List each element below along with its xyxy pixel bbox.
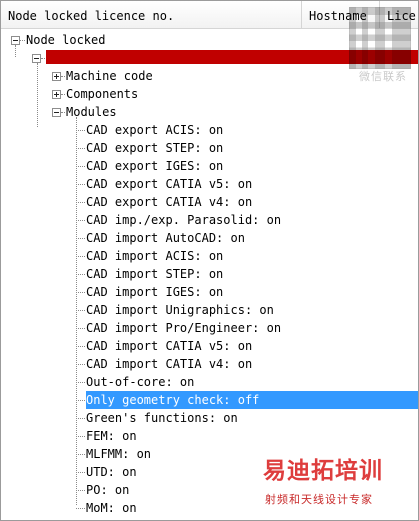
tree-connector: [76, 256, 85, 258]
tree-connector: [76, 292, 85, 294]
module-item[interactable]: Green's functions: on: [86, 409, 286, 427]
licence-tree-window: Node locked licence no. Hostname Lice No…: [0, 0, 419, 521]
module-item-label: CAD import AutoCAD: on: [86, 231, 245, 245]
module-item-label: CAD imp./exp. Parasolid: on: [86, 213, 282, 227]
module-item-label: CAD export CATIA v5: on: [86, 177, 253, 191]
expand-icon[interactable]: [52, 90, 61, 99]
module-item[interactable]: FEM: on: [86, 427, 246, 445]
tree-item-node-locked[interactable]: Node locked: [26, 31, 286, 49]
module-item-label: Out-of-core: on: [86, 375, 195, 389]
column-header-licence[interactable]: Node locked licence no.: [1, 1, 302, 29]
tree-connector: [76, 202, 85, 204]
module-item-label: CAD export CATIA v4: on: [86, 195, 253, 209]
tree-connector: [76, 508, 85, 510]
module-item-label: CAD import IGES: on: [86, 285, 224, 299]
tree-connector: [37, 63, 39, 127]
module-item[interactable]: CAD export CATIA v4: on: [86, 193, 286, 211]
module-item[interactable]: CAD import Pro/Engineer: on: [86, 319, 316, 337]
tree-connector: [76, 220, 85, 222]
module-item-label: Only geometry check: off: [86, 393, 260, 407]
module-item[interactable]: MoM: on: [86, 499, 246, 517]
tree-connector: [76, 436, 85, 438]
tree-connector: [76, 238, 85, 240]
collapse-icon[interactable]: [32, 54, 41, 63]
module-item[interactable]: CAD import CATIA v4: on: [86, 355, 286, 373]
tree-item-label: Node locked: [26, 33, 106, 47]
brand-watermark-subtitle: 射频和天线设计专家: [265, 493, 373, 506]
module-item-label: CAD import CATIA v4: on: [86, 357, 253, 371]
module-item[interactable]: CAD import AutoCAD: on: [86, 229, 286, 247]
module-item[interactable]: MLFMM: on: [86, 445, 246, 463]
tree-item-components[interactable]: Components: [66, 85, 266, 103]
module-item-label: CAD import Unigraphics: on: [86, 303, 274, 317]
collapse-icon[interactable]: [52, 108, 61, 117]
module-item[interactable]: CAD export CATIA v5: on: [86, 175, 286, 193]
licence-tree: Node locked Machine code Components Modu…: [1, 30, 418, 520]
module-item[interactable]: PO: on: [86, 481, 246, 499]
module-item-label: CAD export ACIS: on: [86, 123, 224, 137]
module-item[interactable]: UTD: on: [86, 463, 246, 481]
module-item-label: FEM: on: [86, 429, 137, 443]
wechat-watermark-text: 微信联系: [359, 70, 407, 83]
tree-connector: [61, 94, 65, 96]
module-item-selected[interactable]: Only geometry check: off: [86, 391, 418, 409]
tree-item-label: Modules: [66, 105, 117, 119]
tree-connector: [76, 490, 85, 492]
module-item-label: MLFMM: on: [86, 447, 152, 461]
tree-connector: [76, 346, 85, 348]
tree-connector: [20, 40, 25, 42]
tree-item-label: Machine code: [66, 69, 153, 83]
module-item-label: CAD import Pro/Engineer: on: [86, 321, 282, 335]
collapse-icon[interactable]: [11, 36, 20, 45]
tree-connector: [76, 454, 85, 456]
tree-item-label: Components: [66, 87, 139, 101]
tree-item-modules[interactable]: Modules: [66, 103, 266, 121]
module-item[interactable]: CAD import IGES: on: [86, 283, 266, 301]
tree-connector: [76, 130, 85, 132]
module-item-label: MoM: on: [86, 501, 137, 515]
tree-connector: [61, 112, 65, 114]
module-item[interactable]: CAD import Unigraphics: on: [86, 301, 316, 319]
tree-connector: [76, 310, 85, 312]
module-item-label: CAD export IGES: on: [86, 159, 224, 173]
expand-icon[interactable]: [52, 72, 61, 81]
module-item[interactable]: CAD import CATIA v5: on: [86, 337, 286, 355]
module-item[interactable]: CAD export STEP: on: [86, 139, 266, 157]
module-item[interactable]: CAD export ACIS: on: [86, 121, 266, 139]
module-item[interactable]: CAD import STEP: on: [86, 265, 266, 283]
brand-watermark-logo: 易迪拓培训: [263, 458, 383, 484]
module-item[interactable]: Out-of-core: on: [86, 373, 266, 391]
tree-connector: [76, 274, 85, 276]
tree-connector: [76, 472, 85, 474]
module-item-label: CAD import CATIA v5: on: [86, 339, 253, 353]
tree-connector: [76, 184, 85, 186]
tree-item-machine-code[interactable]: Machine code: [66, 67, 266, 85]
tree-connector: [76, 382, 85, 384]
tree-connector: [76, 166, 85, 168]
module-item-label: CAD import STEP: on: [86, 267, 224, 281]
tree-connector: [15, 45, 17, 57]
module-item[interactable]: CAD export IGES: on: [86, 157, 266, 175]
tree-connector: [41, 58, 45, 60]
module-item-label: PO: on: [86, 483, 130, 497]
tree-connector: [76, 400, 85, 402]
module-item[interactable]: CAD import ACIS: on: [86, 247, 266, 265]
module-item-label: CAD import ACIS: on: [86, 249, 224, 263]
module-item[interactable]: CAD imp./exp. Parasolid: on: [86, 211, 316, 229]
module-item-label: CAD export STEP: on: [86, 141, 224, 155]
module-item-label: Green's functions: on: [86, 411, 238, 425]
qr-code-watermark: [349, 7, 411, 69]
tree-connector: [61, 76, 65, 78]
module-item-label: UTD: on: [86, 465, 137, 479]
tree-connector: [76, 148, 85, 150]
tree-connector: [76, 328, 85, 330]
tree-connector: [76, 364, 85, 366]
tree-connector: [76, 418, 85, 420]
